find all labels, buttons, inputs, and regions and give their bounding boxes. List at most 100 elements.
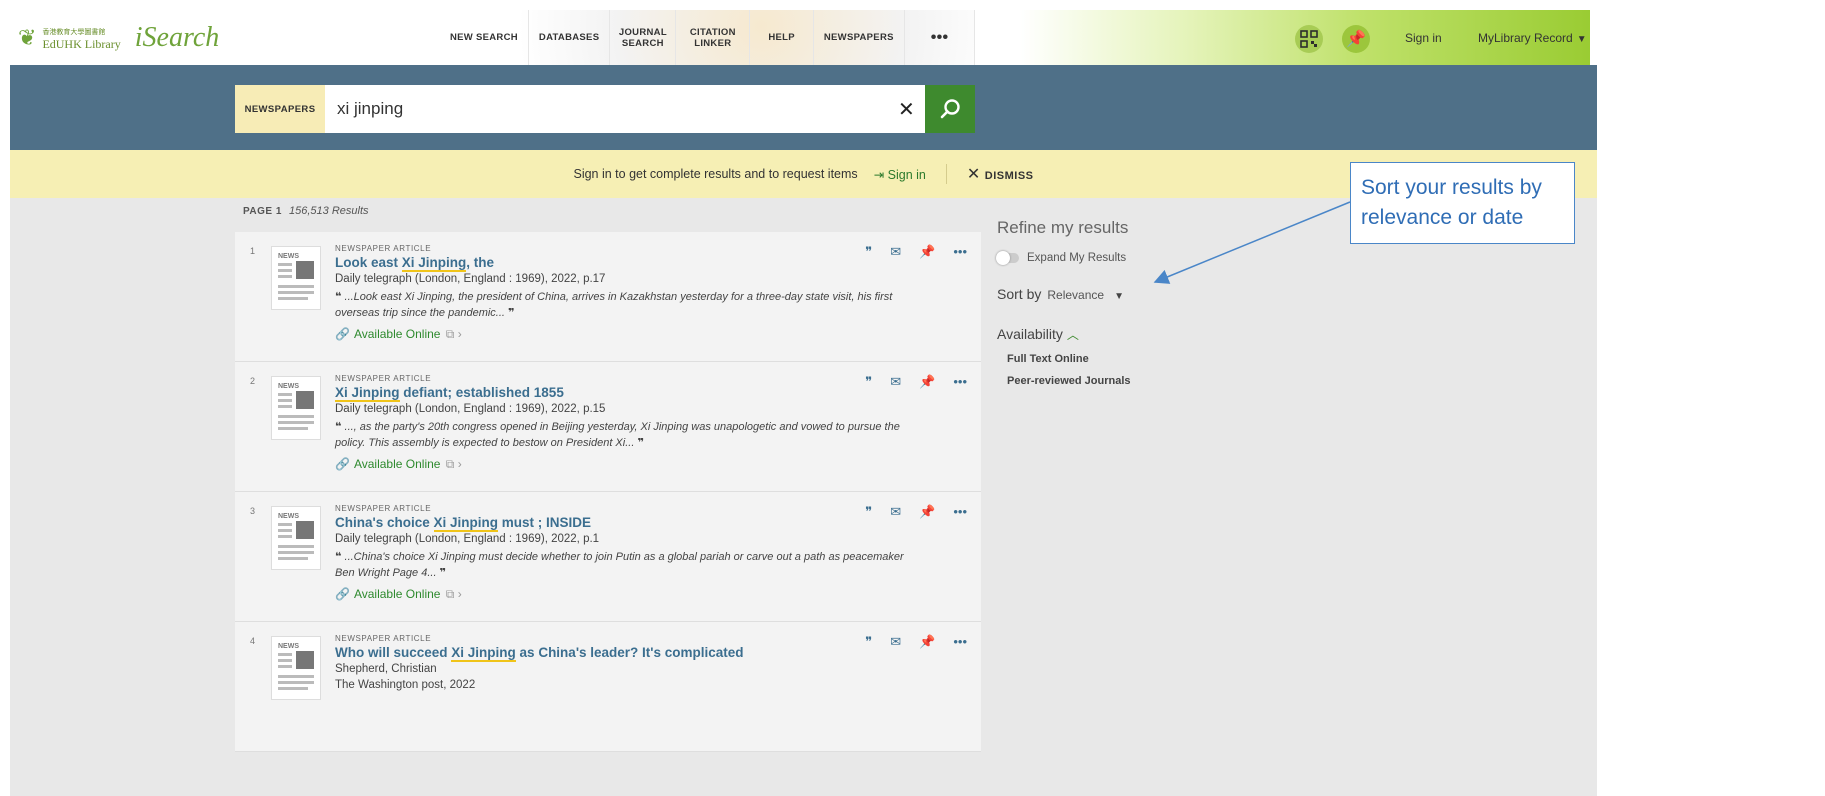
result-actions: ❞ ✉ 📌 •••: [865, 504, 967, 520]
expand-label: Expand My Results: [1027, 252, 1127, 264]
mylibrary-menu[interactable]: MyLibrary Record ▼: [1478, 31, 1587, 45]
result-number: 3: [250, 506, 256, 516]
mylibrary-label: MyLibrary Record: [1478, 31, 1573, 45]
thumbnail-tag: NEWS: [278, 643, 299, 650]
more-actions-icon[interactable]: •••: [953, 374, 967, 390]
pin-icon[interactable]: 📌: [919, 504, 935, 520]
nav-newspapers[interactable]: NEWSPAPERS: [814, 10, 905, 65]
sort-by-control[interactable]: Sort by Relevance ▼: [997, 286, 1237, 302]
search-button[interactable]: [925, 85, 975, 133]
result-item[interactable]: 1 NEWS NEWSPAPER ARTICLE Look east Xi Ji…: [235, 232, 981, 362]
nav-databases[interactable]: DATABASES: [529, 10, 611, 65]
result-type: NEWSPAPER ARTICLE: [335, 504, 432, 513]
institution-name: 香港教育大學圖書館 EdUHK Library: [42, 28, 121, 51]
result-item[interactable]: 3 NEWS NEWSPAPER ARTICLE China's choice …: [235, 492, 981, 622]
page-number: PAGE 1: [243, 206, 282, 217]
chevron-down-icon: ▼: [1576, 34, 1587, 45]
nav-citation-linker[interactable]: CITATION LINKER: [676, 10, 751, 65]
pin-icon[interactable]: 📌: [1342, 25, 1370, 53]
result-type: NEWSPAPER ARTICLE: [335, 374, 432, 383]
email-icon[interactable]: ✉: [890, 504, 901, 520]
nav-help[interactable]: HELP: [750, 10, 814, 65]
newspaper-thumbnail: NEWS: [271, 246, 321, 310]
top-signin-link[interactable]: Sign in: [1405, 31, 1442, 45]
thumbnail-tag: NEWS: [278, 383, 299, 390]
result-title-link[interactable]: Look east Xi Jinping, the: [335, 255, 494, 272]
refine-panel: Refine my results Expand My Results Sort…: [996, 218, 1237, 387]
external-link-icon: ⧉ ›: [442, 327, 462, 341]
library-logo[interactable]: ❦ 香港教育大學圖書館 EdUHK Library iSearch: [18, 22, 219, 54]
dismiss-label: DISMISS: [984, 170, 1034, 182]
banner-signin-link[interactable]: ⇥ Sign in: [874, 167, 926, 182]
availability-link[interactable]: 🔗 Available Online ⧉ ›: [335, 457, 462, 472]
annotation-line-1: Sort your results by: [1361, 176, 1542, 199]
result-item[interactable]: 4 NEWS NEWSPAPER ARTICLE Who will succee…: [235, 622, 981, 752]
tree-logo-icon: ❦: [18, 25, 37, 50]
result-snippet: ❝ ...China's choice Xi Jinping must deci…: [335, 551, 904, 579]
result-author: Shepherd, Christian: [335, 663, 437, 675]
external-link-icon: ⧉ ›: [442, 587, 462, 601]
annotation-callout: Sort your results by relevance or date: [1350, 162, 1575, 244]
result-item[interactable]: 2 NEWS NEWSPAPER ARTICLE Xi Jinping defi…: [235, 362, 981, 492]
toggle-switch[interactable]: [996, 251, 1019, 265]
external-link-icon: ⧉ ›: [442, 457, 462, 471]
facet-full-text-online[interactable]: Full Text Online: [1007, 353, 1237, 365]
cite-icon[interactable]: ❞: [865, 504, 872, 520]
result-source: The Washington post, 2022: [335, 679, 476, 691]
more-actions-icon[interactable]: •••: [953, 244, 967, 260]
cite-icon[interactable]: ❞: [865, 374, 872, 390]
link-icon: 🔗: [335, 327, 350, 341]
availability-link[interactable]: 🔗 Available Online ⧉ ›: [335, 587, 462, 602]
nav-more-button[interactable]: •••: [905, 10, 976, 65]
banner-signin-label: Sign in: [887, 167, 926, 182]
facet-peer-reviewed[interactable]: Peer-reviewed Journals: [1007, 375, 1237, 387]
chevron-down-icon[interactable]: ▼: [1114, 291, 1124, 302]
result-actions: ❞ ✉ 📌 •••: [865, 634, 967, 650]
banner-message: Sign in to get complete results and to r…: [573, 167, 858, 181]
result-number: 2: [250, 376, 256, 386]
email-icon[interactable]: ✉: [890, 634, 901, 650]
top-bar: ❦ 香港教育大學圖書館 EdUHK Library iSearch NEW SE…: [10, 10, 1597, 65]
search-band: NEWSPAPERS ✕: [10, 65, 1597, 150]
clear-search-icon[interactable]: ✕: [898, 97, 915, 122]
search-input[interactable]: [325, 85, 925, 133]
result-title-link[interactable]: China's choice Xi Jinping must ; INSIDE: [335, 515, 591, 532]
results-list: 1 NEWS NEWSPAPER ARTICLE Look east Xi Ji…: [235, 232, 981, 752]
qr-code-icon[interactable]: [1295, 25, 1323, 53]
expand-results-toggle[interactable]: Expand My Results: [996, 251, 1237, 265]
results-page-info: PAGE 1 156,513 Results: [243, 205, 369, 217]
newspaper-thumbnail: NEWS: [271, 506, 321, 570]
sort-value[interactable]: Relevance: [1047, 288, 1104, 302]
chevron-up-icon: ︿: [1066, 328, 1079, 342]
availability-label: Availability: [997, 326, 1063, 342]
search-scope-selector[interactable]: NEWSPAPERS: [235, 85, 325, 133]
result-snippet: ❝ ..., as the party's 20th congress open…: [335, 421, 900, 449]
cite-icon[interactable]: ❞: [865, 244, 872, 260]
availability-link[interactable]: 🔗 Available Online ⧉ ›: [335, 327, 462, 342]
cite-icon[interactable]: ❞: [865, 634, 872, 650]
nav-new-search[interactable]: NEW SEARCH: [440, 10, 529, 65]
pin-icon[interactable]: 📌: [919, 244, 935, 260]
more-actions-icon[interactable]: •••: [953, 634, 967, 650]
email-icon[interactable]: ✉: [890, 244, 901, 260]
nav-journal-search[interactable]: JOURNAL SEARCH: [610, 10, 677, 65]
app-window: ❦ 香港教育大學圖書館 EdUHK Library iSearch NEW SE…: [10, 10, 1597, 796]
result-number: 1: [250, 246, 256, 256]
email-icon[interactable]: ✉: [890, 374, 901, 390]
result-snippet: ❝ ...Look east Xi Jinping, the president…: [335, 291, 893, 319]
newspaper-thumbnail: NEWS: [271, 636, 321, 700]
pin-icon[interactable]: 📌: [919, 634, 935, 650]
result-title-link[interactable]: Xi Jinping defiant; established 1855: [335, 385, 564, 402]
dismiss-button[interactable]: ✕ DISMISS: [967, 164, 1034, 184]
pin-icon[interactable]: 📌: [919, 374, 935, 390]
result-actions: ❞ ✉ 📌 •••: [865, 374, 967, 390]
link-icon: 🔗: [335, 457, 350, 471]
thumbnail-tag: NEWS: [278, 253, 299, 260]
isearch-logo: iSearch: [134, 22, 220, 53]
more-actions-icon[interactable]: •••: [953, 504, 967, 520]
result-source: Daily telegraph (London, England : 1969)…: [335, 273, 606, 285]
availability-facet-header[interactable]: Availability ︿: [997, 326, 1237, 343]
result-title-link[interactable]: Who will succeed Xi Jinping as China's l…: [335, 645, 744, 662]
link-icon: 🔗: [335, 587, 350, 601]
result-actions: ❞ ✉ 📌 •••: [865, 244, 967, 260]
